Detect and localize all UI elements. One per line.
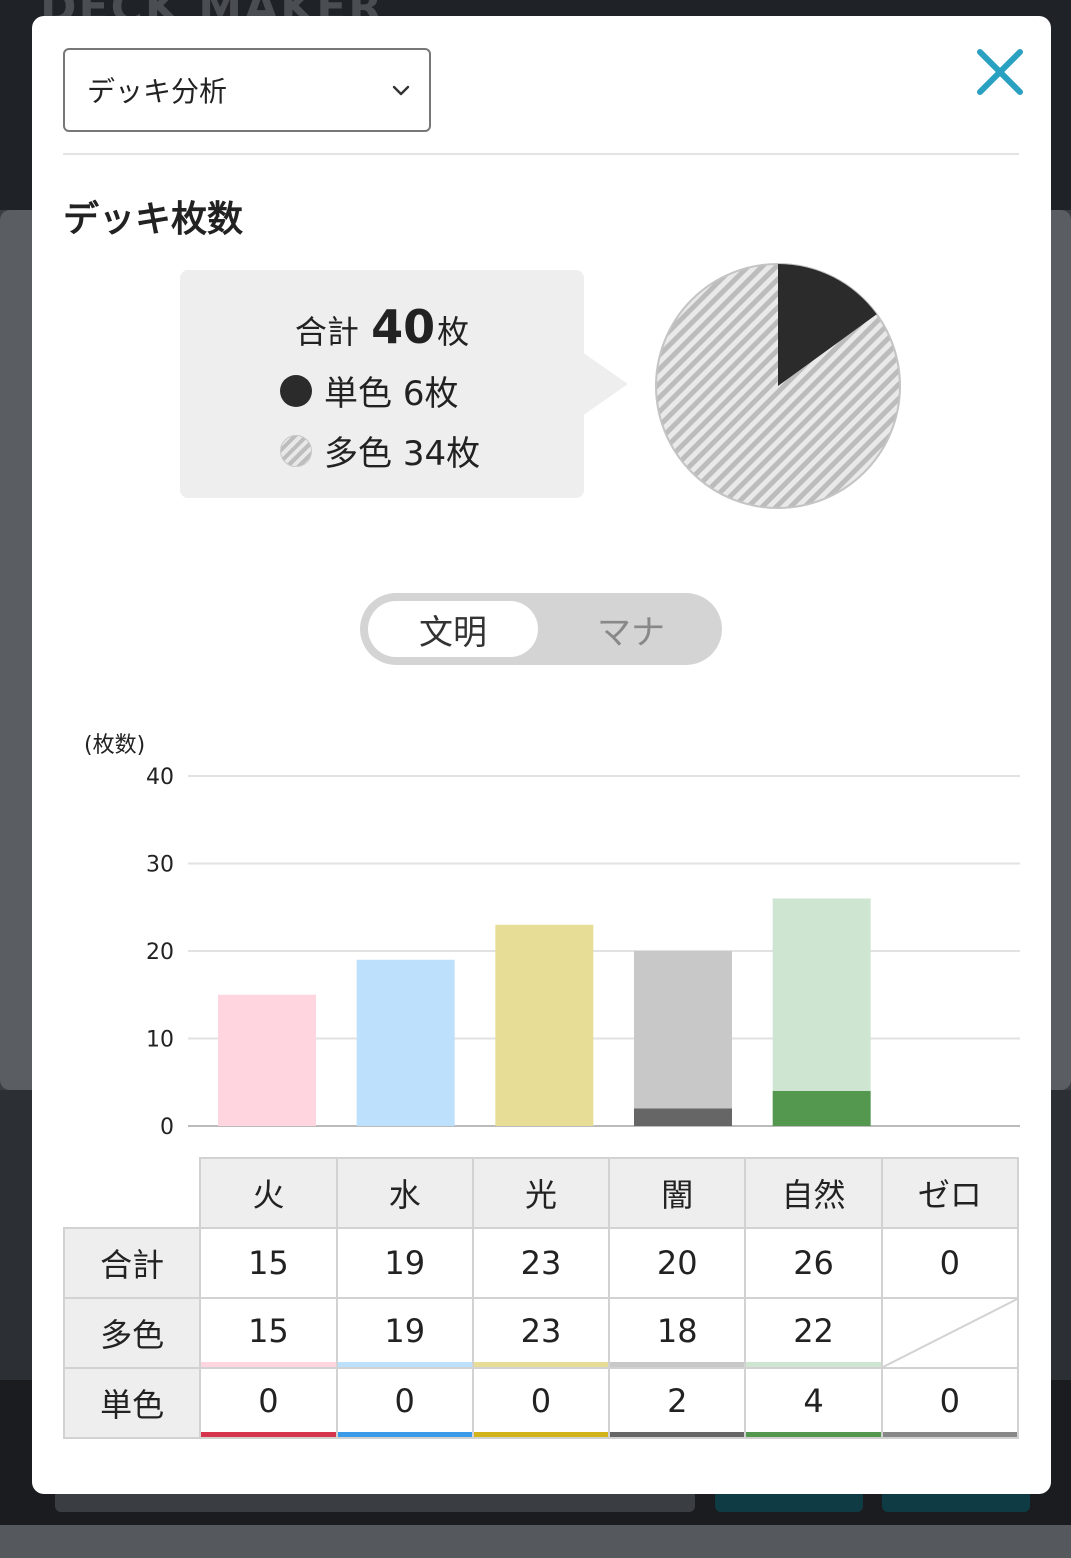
header-water: 水 bbox=[335, 1157, 474, 1229]
header-fire: 火 bbox=[199, 1157, 338, 1229]
cell-multi-fire: 15 bbox=[199, 1297, 338, 1369]
multi-underline bbox=[201, 1362, 336, 1367]
background-footer-bar bbox=[0, 1525, 1071, 1558]
cell-multi-darkness: 18 bbox=[608, 1297, 747, 1369]
cell-mono-nature: 4 bbox=[744, 1367, 883, 1439]
total-prefix: 合計 bbox=[294, 313, 359, 351]
multi-underline bbox=[337, 1362, 472, 1367]
bar-multi bbox=[218, 994, 316, 1126]
row-label-multi: 多色 bbox=[62, 1297, 202, 1369]
toggle-civilization[interactable]: 文明 bbox=[368, 601, 538, 657]
bar-mono bbox=[634, 1108, 732, 1126]
row-label-total: 合計 bbox=[62, 1227, 202, 1299]
bar-multi bbox=[772, 898, 871, 1091]
cell-value: 0 bbox=[258, 1382, 279, 1420]
cell-value: 0 bbox=[394, 1382, 415, 1420]
header-nature: 自然 bbox=[744, 1157, 883, 1229]
cell-total-nature: 26 bbox=[744, 1227, 883, 1299]
cell-total-light: 23 bbox=[471, 1227, 611, 1299]
cell-mono-light: 0 bbox=[471, 1367, 611, 1439]
y-tick-label: 30 bbox=[146, 853, 174, 878]
civilization-mana-toggle[interactable]: 文明 マナ bbox=[360, 593, 722, 665]
y-tick-label: 10 bbox=[146, 1028, 174, 1053]
cell-value: 0 bbox=[939, 1382, 961, 1420]
bar-multi bbox=[495, 924, 594, 1126]
cell-value: 23 bbox=[520, 1312, 562, 1350]
cell-value: 4 bbox=[803, 1382, 824, 1420]
mono-count: 6枚 bbox=[402, 374, 459, 414]
mono-underline bbox=[473, 1432, 609, 1437]
mono-underline bbox=[337, 1432, 472, 1437]
header-darkness: 闇 bbox=[608, 1157, 747, 1229]
cell-total-zero: 0 bbox=[880, 1227, 1020, 1299]
civilization-bar-chart: (枚数) 0 10 20 30 40 bbox=[84, 733, 1020, 1140]
table-row-multi: 多色 15 19 23 18 22 bbox=[62, 1297, 1020, 1369]
table-header-row: 火 水 光 闇 自然 ゼロ bbox=[64, 1157, 1020, 1229]
mono-multi-pie-chart bbox=[655, 263, 901, 509]
analysis-type-value: デッキ分析 bbox=[87, 75, 228, 108]
bar-mono bbox=[772, 1091, 871, 1126]
multi-underline bbox=[746, 1362, 881, 1367]
cell-total-darkness: 20 bbox=[608, 1227, 747, 1299]
cell-mono-darkness: 2 bbox=[608, 1367, 747, 1439]
y-tick-label: 0 bbox=[160, 1115, 174, 1140]
table-row-mono: 単色 0 0 0 2 4 0 bbox=[62, 1367, 1020, 1439]
mono-underline bbox=[610, 1432, 745, 1437]
row-label-mono: 単色 bbox=[62, 1367, 202, 1439]
zero-underline bbox=[882, 1432, 1017, 1437]
summary-pointer bbox=[582, 352, 628, 416]
multi-count: 34枚 bbox=[402, 434, 481, 474]
cell-value: 18 bbox=[656, 1312, 698, 1350]
multi-label: 多色 bbox=[324, 434, 392, 474]
multi-underline bbox=[473, 1362, 609, 1367]
total-unit: 枚 bbox=[437, 313, 470, 351]
mono-swatch-icon bbox=[280, 374, 312, 407]
y-tick-label: 20 bbox=[146, 940, 174, 965]
bar-multi bbox=[356, 959, 455, 1126]
y-axis-label: (枚数) bbox=[84, 733, 145, 758]
cell-mono-zero: 0 bbox=[880, 1367, 1020, 1439]
cell-value: 22 bbox=[793, 1312, 834, 1350]
cell-value: 15 bbox=[248, 1312, 289, 1350]
cell-value: 2 bbox=[667, 1382, 688, 1420]
table-corner bbox=[64, 1158, 202, 1229]
toggle-mana[interactable]: マナ bbox=[546, 601, 716, 657]
legend-multi: 多色 34枚 bbox=[280, 426, 480, 475]
table-row-total: 合計 15 19 23 20 26 0 bbox=[62, 1227, 1020, 1299]
analysis-type-select[interactable]: デッキ分析 bbox=[63, 48, 431, 132]
cell-total-fire: 15 bbox=[199, 1227, 338, 1299]
cell-mono-water: 0 bbox=[335, 1367, 474, 1439]
bar-multi bbox=[634, 951, 732, 1109]
total-value: 40 bbox=[371, 300, 436, 354]
close-icon[interactable] bbox=[972, 44, 1028, 100]
mono-label: 単色 bbox=[324, 374, 392, 414]
deck-count-summary: 合計 40枚 単色 6枚 多色 34枚 bbox=[180, 270, 628, 498]
mono-underline bbox=[746, 1432, 881, 1437]
total-count: 合計 40枚 bbox=[180, 300, 584, 354]
y-tick-label: 40 bbox=[146, 765, 174, 790]
not-applicable-slash bbox=[883, 1299, 1017, 1367]
civilization-count-table: 火 水 光 闇 自然 ゼロ 合計 15 19 23 20 26 0 多色 15 … bbox=[62, 1157, 1020, 1439]
multi-underline bbox=[610, 1362, 745, 1367]
header-light: 光 bbox=[471, 1157, 611, 1229]
cell-total-water: 19 bbox=[335, 1227, 474, 1299]
cell-mono-fire: 0 bbox=[199, 1367, 338, 1439]
deck-analysis-dialog: デッキ分析 デッキ枚数 合計 40枚 単色 6枚 多色 34枚 文明 マナ (枚… bbox=[32, 16, 1051, 1494]
section-title: デッキ枚数 bbox=[63, 199, 244, 240]
mono-underline bbox=[201, 1432, 336, 1437]
divider bbox=[63, 153, 1019, 155]
cell-multi-nature: 22 bbox=[744, 1297, 883, 1369]
cell-value: 0 bbox=[530, 1382, 552, 1420]
cell-value: 19 bbox=[384, 1312, 426, 1350]
header-zero: ゼロ bbox=[880, 1157, 1020, 1229]
legend-mono: 単色 6枚 bbox=[280, 366, 458, 415]
multi-swatch-icon bbox=[280, 434, 312, 467]
cell-multi-water: 19 bbox=[335, 1297, 474, 1369]
cell-multi-zero-na bbox=[880, 1297, 1020, 1369]
cell-multi-light: 23 bbox=[471, 1297, 611, 1369]
chevron-down-icon bbox=[392, 85, 410, 96]
